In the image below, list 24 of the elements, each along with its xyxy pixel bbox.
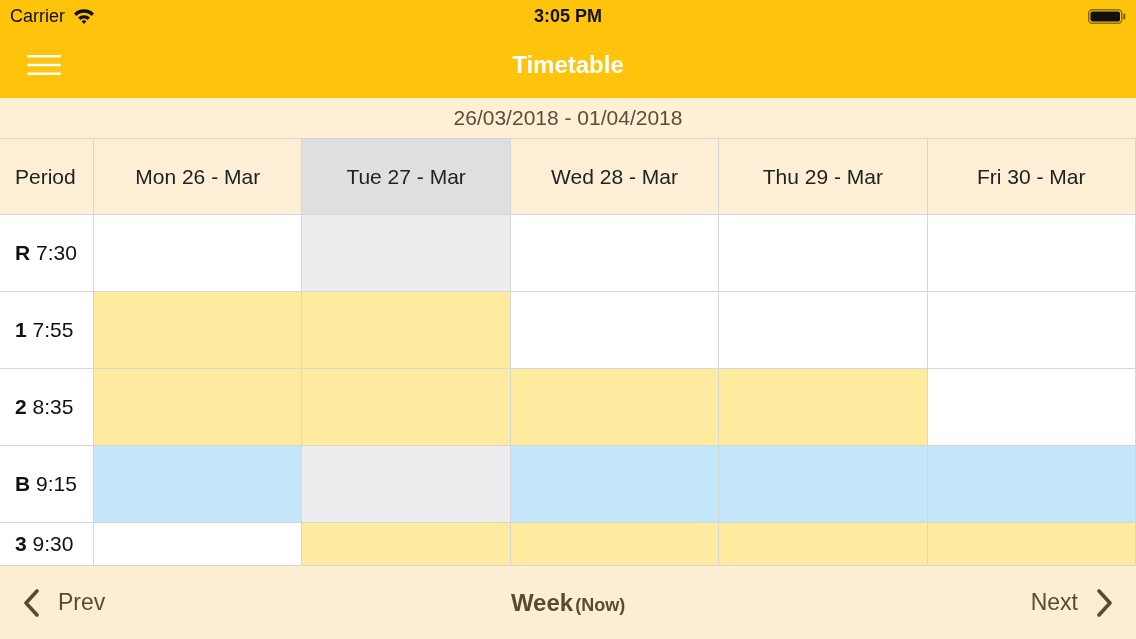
day-header: Fri 30 - Mar xyxy=(927,139,1136,215)
screen-title: Timetable xyxy=(512,51,624,79)
next-button[interactable]: Next xyxy=(1022,582,1122,623)
day-header: Mon 26 - Mar xyxy=(94,139,303,215)
period-cell: B 9:15 xyxy=(0,446,94,523)
clock-time: 3:05 PM xyxy=(534,5,602,27)
menu-icon xyxy=(27,54,61,76)
carrier-label: Carrier xyxy=(10,5,65,27)
date-range: 26/03/2018 - 01/04/2018 xyxy=(453,106,683,130)
period-cell: R 7:30 xyxy=(0,215,94,292)
chevron-left-icon xyxy=(22,588,40,617)
period-cell: 2 8:35 xyxy=(0,369,94,446)
prev-button[interactable]: Prev xyxy=(14,582,114,623)
day-header: Wed 28 - Mar xyxy=(510,139,720,215)
battery-icon xyxy=(1088,8,1126,24)
period-cell: 3 9:30 xyxy=(0,523,94,566)
day-header: Thu 29 - Mar xyxy=(719,139,928,215)
wifi-icon xyxy=(73,8,95,24)
period-cell: 1 7:55 xyxy=(0,292,94,369)
period-header: Period xyxy=(0,139,94,215)
week-label: Week xyxy=(510,588,574,617)
now-label: (Now) xyxy=(575,594,626,616)
day-header: Tue 27 - Mar xyxy=(302,139,511,215)
chevron-right-icon xyxy=(1096,588,1114,617)
